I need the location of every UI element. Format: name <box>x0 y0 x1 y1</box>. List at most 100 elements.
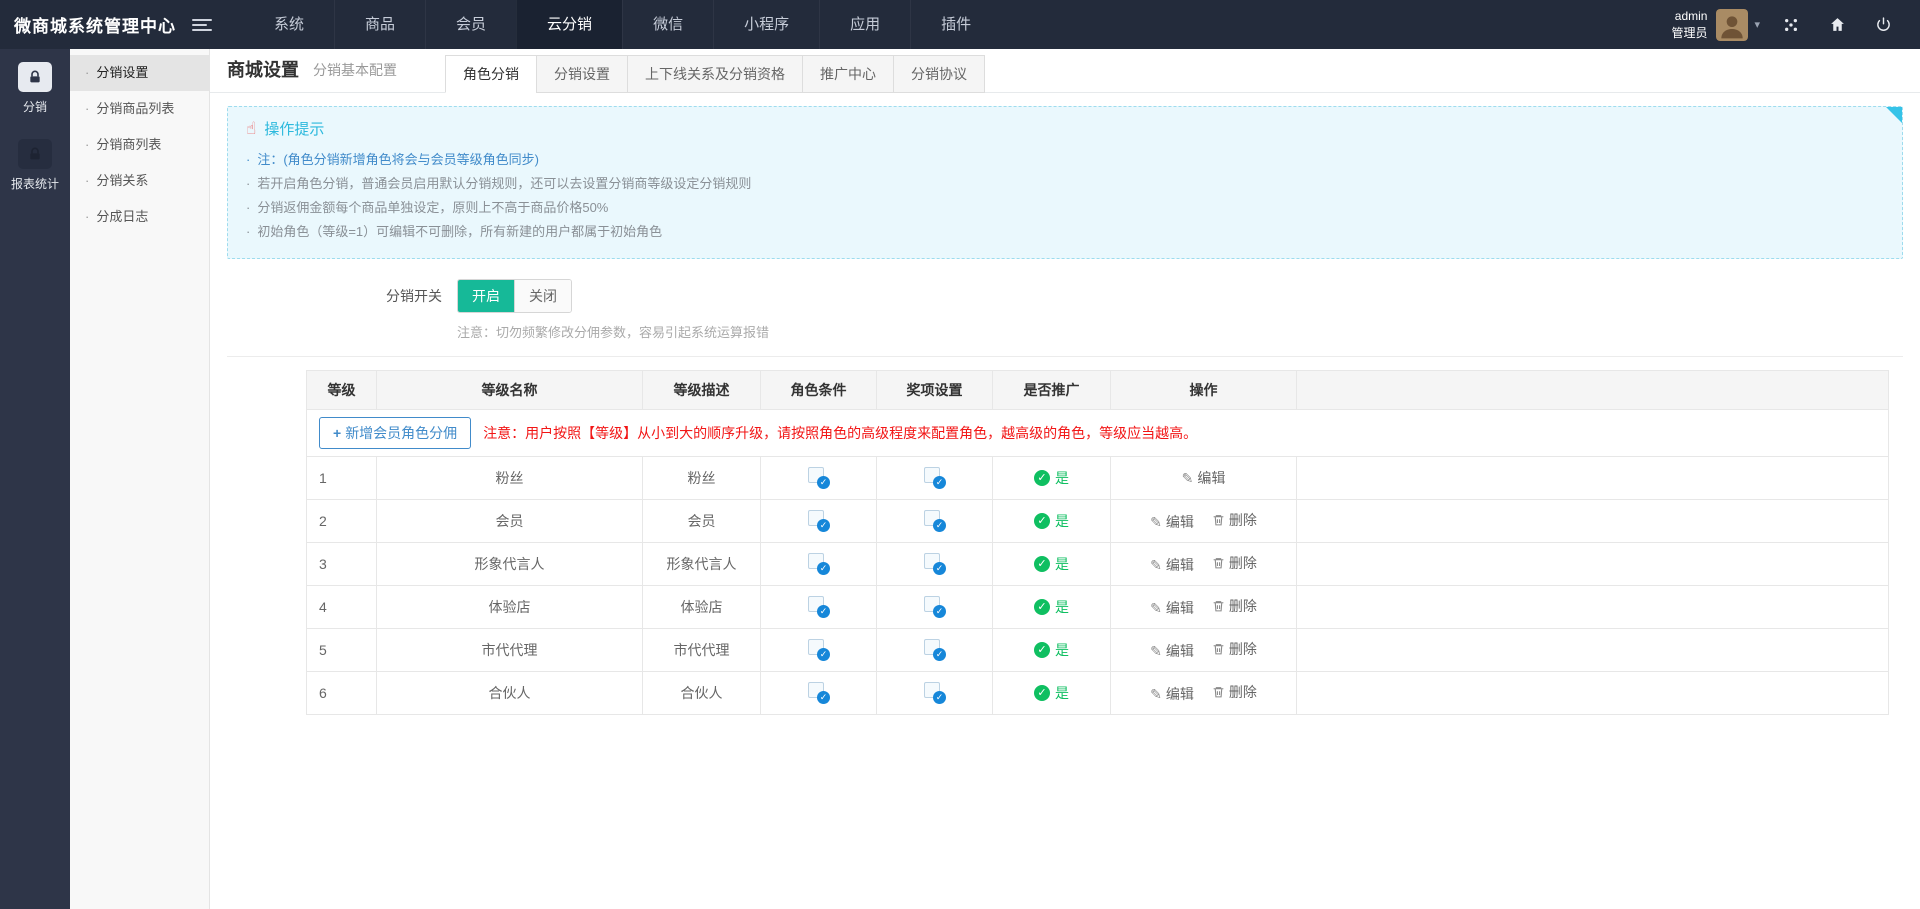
switch-on-button[interactable]: 开启 <box>458 280 514 312</box>
cell-actions: ✎编辑 删除 <box>1111 543 1297 586</box>
user-name: admin <box>1671 8 1707 24</box>
check-badge-icon: ✓ <box>817 648 830 661</box>
cell-role-condition: ✓ <box>761 629 877 672</box>
submenu-item-distributor-list[interactable]: ·分销商列表 <box>70 127 209 163</box>
column-header-filler <box>1297 371 1889 410</box>
menu-toggle-icon[interactable] <box>192 19 212 31</box>
delete-link[interactable]: 删除 <box>1212 639 1257 659</box>
submenu-item-distribution-goods-list[interactable]: ·分销商品列表 <box>70 91 209 127</box>
edit-label: 编辑 <box>1166 598 1194 618</box>
tab-role-distribution[interactable]: 角色分销 <box>445 55 537 93</box>
avatar[interactable] <box>1716 9 1748 41</box>
tips-panel: ☝ 操作提示 ·注：(角色分销新增角色将会与会员等级角色同步)·若开启角色分销，… <box>227 106 1903 259</box>
promote-yes-label: 是 <box>1055 597 1069 617</box>
checkbox-checked-icon[interactable]: ✓ <box>808 467 829 487</box>
add-role-button[interactable]: +新增会员角色分佣 <box>319 417 471 449</box>
promote-yes-label: 是 <box>1055 468 1069 488</box>
delete-link[interactable]: 删除 <box>1212 682 1257 702</box>
table-header-row: 等级等级名称等级描述角色条件奖项设置是否推广操作 <box>307 371 1889 410</box>
edit-link[interactable]: ✎编辑 <box>1150 512 1194 532</box>
edit-label: 编辑 <box>1166 512 1194 532</box>
nav-item-cloud-distribution[interactable]: 云分销 <box>516 0 622 49</box>
tab-distribution-agreement[interactable]: 分销协议 <box>893 55 985 93</box>
tip-text: 若开启角色分销，普通会员启用默认分销规则，还可以去设置分销商等级设定分销规则 <box>257 176 751 191</box>
checkbox-checked-icon[interactable]: ✓ <box>808 682 829 702</box>
cell-prize-setting: ✓ <box>877 543 993 586</box>
tab-promotion-center[interactable]: 推广中心 <box>802 55 894 93</box>
checkbox-checked-icon[interactable]: ✓ <box>808 639 829 659</box>
submenu-item-distribution-relations[interactable]: ·分销关系 <box>70 163 209 199</box>
edit-link[interactable]: ✎编辑 <box>1150 641 1194 661</box>
delete-link[interactable]: 删除 <box>1212 553 1257 573</box>
promote-yes-label: 是 <box>1055 554 1069 574</box>
cell-actions: ✎编辑删除 <box>1111 586 1297 629</box>
user-info[interactable]: admin 管理员 <box>1671 8 1707 40</box>
cell-filler <box>1297 457 1889 500</box>
tip-line: ·初始角色（等级=1）可编辑不可删除，所有新建的用户都属于初始角色 <box>246 220 1884 244</box>
checkbox-checked-icon[interactable]: ✓ <box>808 553 829 573</box>
cell-filler <box>1297 672 1889 715</box>
checkbox-checked-icon[interactable]: ✓ <box>924 639 945 659</box>
cell-level-desc: 会员 <box>643 500 761 543</box>
top-nav: 系统商品会员云分销微信小程序应用插件 <box>244 0 1001 49</box>
home-icon[interactable] <box>1814 16 1860 33</box>
table-row: 1粉丝粉丝✓✓✓是✎编辑 <box>307 457 1889 500</box>
cell-is-promote: ✓是 <box>993 500 1111 543</box>
checkbox-checked-icon[interactable]: ✓ <box>924 510 945 530</box>
nav-item-mini-program[interactable]: 小程序 <box>713 0 819 49</box>
tab-updownline-qualification[interactable]: 上下线关系及分销资格 <box>627 55 803 93</box>
edit-link[interactable]: ✎编辑 <box>1150 555 1194 575</box>
cell-filler <box>1297 500 1889 543</box>
edit-label: 编辑 <box>1166 641 1194 661</box>
bullet: · <box>85 173 89 188</box>
nav-item-apps[interactable]: 应用 <box>819 0 910 49</box>
checkbox-checked-icon[interactable]: ✓ <box>924 467 945 487</box>
column-header: 等级 <box>307 371 377 410</box>
check-badge-icon: ✓ <box>817 519 830 532</box>
nav-item-plugins[interactable]: 插件 <box>910 0 1001 49</box>
trash-icon <box>1212 642 1225 656</box>
bullet: · <box>246 176 250 191</box>
delete-label: 删除 <box>1229 553 1257 573</box>
checkbox-checked-icon[interactable]: ✓ <box>924 596 945 616</box>
submenu-item-distribution-settings[interactable]: ·分销设置 <box>70 55 209 91</box>
switch-control: 开启 关闭 注意：切勿频繁修改分佣参数，容易引起系统运算报错 <box>457 279 769 341</box>
switch-off-button[interactable]: 关闭 <box>514 280 571 312</box>
nav-item-system[interactable]: 系统 <box>244 0 334 49</box>
cell-filler <box>1297 629 1889 672</box>
table-row: 6合伙人合伙人✓✓✓是✎编辑删除 <box>307 672 1889 715</box>
nav-item-wechat[interactable]: 微信 <box>622 0 713 49</box>
column-header: 角色条件 <box>761 371 877 410</box>
delete-link[interactable]: 删除 <box>1212 510 1257 530</box>
tips-title: ☝ 操作提示 <box>246 118 1884 139</box>
apps-icon[interactable] <box>1768 17 1814 33</box>
check-circle-icon: ✓ <box>1034 599 1050 615</box>
edit-link[interactable]: ✎编辑 <box>1182 468 1226 488</box>
promote-yes-label: 是 <box>1055 511 1069 531</box>
bullet: · <box>85 101 89 116</box>
sidebar-item-report-stats[interactable]: 报表统计 <box>0 126 70 203</box>
checkbox-checked-icon[interactable]: ✓ <box>808 510 829 530</box>
power-icon[interactable] <box>1860 16 1906 33</box>
edit-link[interactable]: ✎编辑 <box>1150 598 1194 618</box>
nav-item-goods[interactable]: 商品 <box>334 0 425 49</box>
edit-link[interactable]: ✎编辑 <box>1150 684 1194 704</box>
topbar: 微商城系统管理中心 系统商品会员云分销微信小程序应用插件 admin 管理员 ▾ <box>0 0 1920 49</box>
checkbox-checked-icon[interactable]: ✓ <box>924 553 945 573</box>
checkbox-checked-icon[interactable]: ✓ <box>808 596 829 616</box>
primary-sidebar: 分销报表统计 <box>0 49 70 909</box>
cell-level-desc: 粉丝 <box>643 457 761 500</box>
sidebar-item-distribution[interactable]: 分销 <box>0 49 70 126</box>
delete-link[interactable]: 删除 <box>1212 596 1257 616</box>
cell-prize-setting: ✓ <box>877 629 993 672</box>
checkbox-checked-icon[interactable]: ✓ <box>924 682 945 702</box>
tab-distribution-setting[interactable]: 分销设置 <box>536 55 628 93</box>
check-badge-icon: ✓ <box>933 476 946 489</box>
cell-role-condition: ✓ <box>761 586 877 629</box>
chevron-down-icon[interactable]: ▾ <box>1754 18 1760 31</box>
cell-prize-setting: ✓ <box>877 672 993 715</box>
submenu-item-commission-log[interactable]: ·分成日志 <box>70 199 209 235</box>
nav-item-member[interactable]: 会员 <box>425 0 516 49</box>
role-table: 等级等级名称等级描述角色条件奖项设置是否推广操作 +新增会员角色分佣注意：用户按… <box>306 370 1889 715</box>
check-badge-icon: ✓ <box>817 691 830 704</box>
